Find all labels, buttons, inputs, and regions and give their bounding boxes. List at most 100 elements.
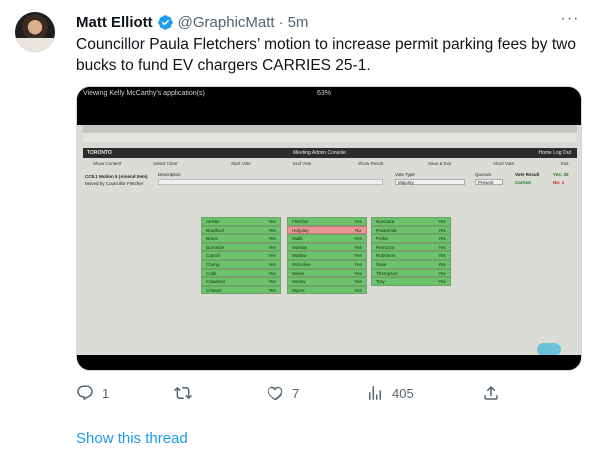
reply-button[interactable]: 1 <box>76 384 109 402</box>
views-icon <box>369 386 381 400</box>
vote-value: Yes <box>354 270 362 276</box>
councillor-name: Ainslie <box>206 219 220 224</box>
vote-row: Burnside Yes <box>201 242 281 252</box>
browser-tabs <box>83 125 577 133</box>
retweet-icon <box>174 386 192 400</box>
media-bottom-bar <box>77 355 581 370</box>
vote-type-value: Majority <box>398 180 414 185</box>
councillor-name: Burnside <box>206 244 225 250</box>
tweet-timestamp[interactable]: 5m <box>288 14 309 31</box>
vote-row: Saxe Yes <box>371 259 451 269</box>
vote-row: Malik Yes <box>287 234 367 243</box>
vote-value: Yes <box>438 253 446 259</box>
vote-value: Yes <box>438 227 446 233</box>
councillor-name: Morley <box>292 279 306 285</box>
councillor-name: Colle <box>206 270 217 276</box>
quorum-select: Present <box>475 179 503 185</box>
description-label: Description <box>158 172 181 177</box>
vote-toolbar: Show Content Select Clear Start Vote End… <box>83 159 577 168</box>
vote-value: Yes <box>354 244 362 250</box>
tool-select-clear: Select Clear <box>153 161 178 166</box>
author-name[interactable]: Matt Elliott <box>76 14 153 31</box>
vote-row: Colle Yes <box>201 268 281 278</box>
tool-abort-vote: Abort Vote <box>493 161 515 166</box>
vote-column-2: Fletcher Yes Holyday No Malik Yes Mantas Yes Mat… <box>287 217 367 295</box>
vote-value: Yes <box>354 219 362 224</box>
vote-result-label: Vote Result <box>515 172 540 177</box>
tool-save-exit: Save & Exit <box>428 161 452 166</box>
vote-row: Morley Yes <box>287 277 367 286</box>
vote-value: Yes <box>268 253 276 259</box>
councillor-name: Moise <box>292 270 305 276</box>
councillor-name: Fletcher <box>292 219 309 224</box>
councillor-name: Bradford <box>206 227 224 233</box>
councillor-name: Myers <box>292 287 305 293</box>
vote-row: Pasternak Yes <box>371 225 451 235</box>
councillor-name: Perks <box>376 236 388 242</box>
author-handle[interactable]: @GraphicMatt <box>178 14 275 31</box>
motion-details: CC8.1 Motion 5 (Amend Item) Moved by Cou… <box>83 171 577 191</box>
quorum-value: Present <box>478 180 494 185</box>
reply-count: 1 <box>102 385 110 401</box>
vote-row: McKelvie Yes <box>287 259 367 269</box>
councillor-name: Mantas <box>292 244 308 250</box>
vote-row: Fletcher Yes <box>287 217 367 226</box>
vote-value: Yes <box>438 236 446 242</box>
like-count: 7 <box>292 385 300 401</box>
councillor-name: Perruzza <box>376 244 395 250</box>
tweet-actions: 1 7 405 <box>76 384 498 406</box>
councillor-name: Cheng <box>206 261 220 267</box>
vote-value: Yes <box>268 270 276 276</box>
vote-row: Thompson Yes <box>371 268 451 278</box>
councillor-name: Nunziata <box>376 219 395 224</box>
vote-value: Yes <box>354 253 362 259</box>
vote-value: Yes <box>268 287 276 293</box>
tweet-header: Matt Elliott @GraphicMatt · 5m <box>76 12 308 32</box>
quorum-label: Quorum <box>475 172 492 177</box>
app-nav: Home Log Out <box>538 150 571 156</box>
share-button[interactable] <box>482 384 508 402</box>
verified-badge-icon <box>157 14 174 31</box>
councillor-name: Crisanti <box>206 287 222 293</box>
vote-value: Yes <box>268 227 276 233</box>
views-button[interactable]: 405 <box>366 384 414 402</box>
vote-row: Moise Yes <box>287 268 367 278</box>
vote-value: Yes <box>268 279 276 285</box>
views-count: 405 <box>392 385 414 401</box>
retweet-button[interactable] <box>174 384 200 402</box>
vote-result-value: Carried <box>515 180 531 185</box>
vote-value: Yes <box>438 219 446 224</box>
vote-value: Yes <box>268 261 276 267</box>
councillor-name: Thompson <box>376 270 398 276</box>
vote-row: Nunziata Yes <box>371 217 451 226</box>
tweet-media[interactable]: Viewing Kelly McCarthy's application(s) … <box>76 86 582 371</box>
vote-row: Ainslie Yes <box>201 217 281 226</box>
browser-address-bar <box>83 133 577 142</box>
vote-row: Carroll Yes <box>201 251 281 260</box>
show-thread-link[interactable]: Show this thread <box>76 430 188 447</box>
vote-row: Cheng Yes <box>201 259 281 269</box>
tool-exit: Exit <box>561 161 569 166</box>
tool-show-result: Show Result <box>358 161 384 166</box>
tool-show-content: Show Content <box>93 161 122 166</box>
vote-value: No <box>355 227 361 233</box>
councillor-name: Crawford <box>206 279 225 285</box>
vote-column-3: Nunziata Yes Pasternak Yes Perks Yes Perruzza Y… <box>371 217 451 286</box>
app-header: TORONTO Meeting Admin Console Home Log O… <box>83 148 577 158</box>
vote-row: Matlow Yes <box>287 251 367 260</box>
like-button[interactable]: 7 <box>266 384 299 402</box>
councillor-name: Saxe <box>376 261 387 267</box>
tweet-text: Councillor Paula Fletchers’ motion to in… <box>76 36 576 74</box>
vote-column-1: Ainslie Yes Bradford Yes Bravo Yes Burnside Yes… <box>201 217 281 295</box>
motion-label: CC8.1 Motion 5 (Amend Item) <box>85 174 148 179</box>
vote-row: Perruzza Yes <box>371 242 451 252</box>
tweet[interactable]: Matt Elliott @GraphicMatt · 5m ··· Counc… <box>0 0 598 463</box>
avatar[interactable] <box>15 12 55 52</box>
councillor-name: Pasternak <box>376 227 397 233</box>
more-icon[interactable]: ··· <box>560 11 580 32</box>
app-title: Meeting Admin Console <box>293 150 346 156</box>
vote-value: Yes <box>438 279 446 285</box>
like-icon <box>267 386 283 401</box>
vote-value: Yes <box>438 244 446 250</box>
vote-row: Mantas Yes <box>287 242 367 252</box>
